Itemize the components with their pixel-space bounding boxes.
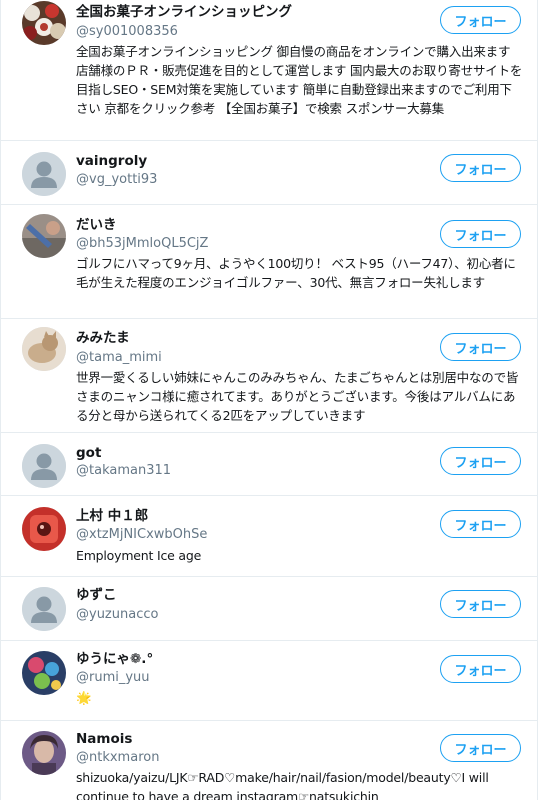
user-list: 全国お菓子オンラインショッピング @sy001008356 全国お菓子オンライン… (0, 0, 538, 800)
user-handle[interactable]: @rumi_yuu (76, 670, 150, 686)
avatar[interactable] (22, 587, 66, 631)
user-name[interactable]: ゆうにゃ❁.° (76, 651, 153, 667)
user-handle[interactable]: @takaman311 (76, 463, 171, 479)
user-handle[interactable]: @ntkxmaron (76, 750, 159, 766)
user-handle[interactable]: @bh53jMmloQL5CjZ (76, 236, 208, 252)
user-handle[interactable]: @xtzMjNICxwbOhSe (76, 527, 207, 543)
user-handle[interactable]: @sy001008356 (76, 24, 178, 40)
follow-button[interactable]: フォロー (440, 734, 521, 762)
user-name[interactable]: だいき (76, 217, 117, 233)
list-item[interactable]: Namois @ntkxmaron shizuoka/yaizu/LJK☞RAD… (1, 721, 537, 800)
list-item[interactable]: ゆうにゃ❁.° @rumi_yuu 🌟 フォロー (1, 641, 537, 721)
follow-button[interactable]: フォロー (440, 154, 521, 182)
user-bio: shizuoka/yaizu/LJK☞RAD♡make/hair/nail/fa… (76, 770, 489, 800)
default-avatar-icon (22, 152, 66, 196)
follow-button[interactable]: フォロー (440, 333, 521, 361)
default-avatar-icon (22, 444, 66, 488)
avatar[interactable] (22, 152, 66, 196)
follow-button[interactable]: フォロー (440, 447, 521, 475)
user-handle[interactable]: @vg_yotti93 (76, 172, 157, 188)
user-handle[interactable]: @yuzunacco (76, 607, 158, 623)
user-bio: Employment Ice age (76, 548, 202, 563)
avatar[interactable] (22, 1, 66, 45)
follow-button[interactable]: フォロー (440, 6, 521, 34)
follow-button[interactable]: フォロー (440, 510, 521, 538)
list-item[interactable]: みみたま @tama_mimi 世界一愛くるしい姉妹にゃんこのみみちゃん、たまご… (1, 319, 537, 433)
user-name[interactable]: 上村 中１郎 (76, 508, 148, 524)
follow-button[interactable]: フォロー (440, 220, 521, 248)
avatar[interactable] (22, 651, 66, 695)
user-name[interactable]: ゆずこ (76, 587, 117, 603)
default-avatar-icon (22, 587, 66, 631)
list-item[interactable]: 全国お菓子オンラインショッピング @sy001008356 全国お菓子オンライン… (1, 0, 537, 141)
user-name[interactable]: 全国お菓子オンラインショッピング (76, 4, 292, 20)
user-name[interactable]: Namois (76, 731, 132, 747)
user-handle[interactable]: @tama_mimi (76, 350, 162, 366)
list-item[interactable]: だいき @bh53jMmloQL5CjZ ゴルフにハマって9ヶ月、ようやく100… (1, 205, 537, 319)
avatar[interactable] (22, 214, 66, 258)
user-bio: 🌟 (76, 690, 92, 705)
user-name[interactable]: got (76, 445, 101, 461)
list-item[interactable]: vaingroly @vg_yotti93 フォロー (1, 141, 537, 205)
list-item[interactable]: got @takaman311 フォロー (1, 433, 537, 496)
avatar[interactable] (22, 444, 66, 488)
follow-button[interactable]: フォロー (440, 590, 521, 618)
user-name[interactable]: vaingroly (76, 153, 147, 169)
avatar[interactable] (22, 507, 66, 551)
follow-button[interactable]: フォロー (440, 655, 521, 683)
list-item[interactable]: ゆずこ @yuzunacco フォロー (1, 577, 537, 641)
user-bio: 全国お菓子オンラインショッピング 御自慢の商品をオンラインで購入出来ます 店舗様… (76, 44, 523, 116)
list-item[interactable]: 上村 中１郎 @xtzMjNICxwbOhSe Employment Ice a… (1, 496, 537, 577)
user-name[interactable]: みみたま (76, 330, 130, 346)
avatar[interactable] (22, 327, 66, 371)
user-bio: ゴルフにハマって9ヶ月、ようやく100切り！ ベスト95（ハーフ47）、初心者に… (76, 256, 516, 290)
avatar[interactable] (22, 731, 66, 775)
user-bio: 世界一愛くるしい姉妹にゃんこのみみちゃん、たまごちゃんとは別居中なので皆さまのニ… (76, 370, 519, 423)
